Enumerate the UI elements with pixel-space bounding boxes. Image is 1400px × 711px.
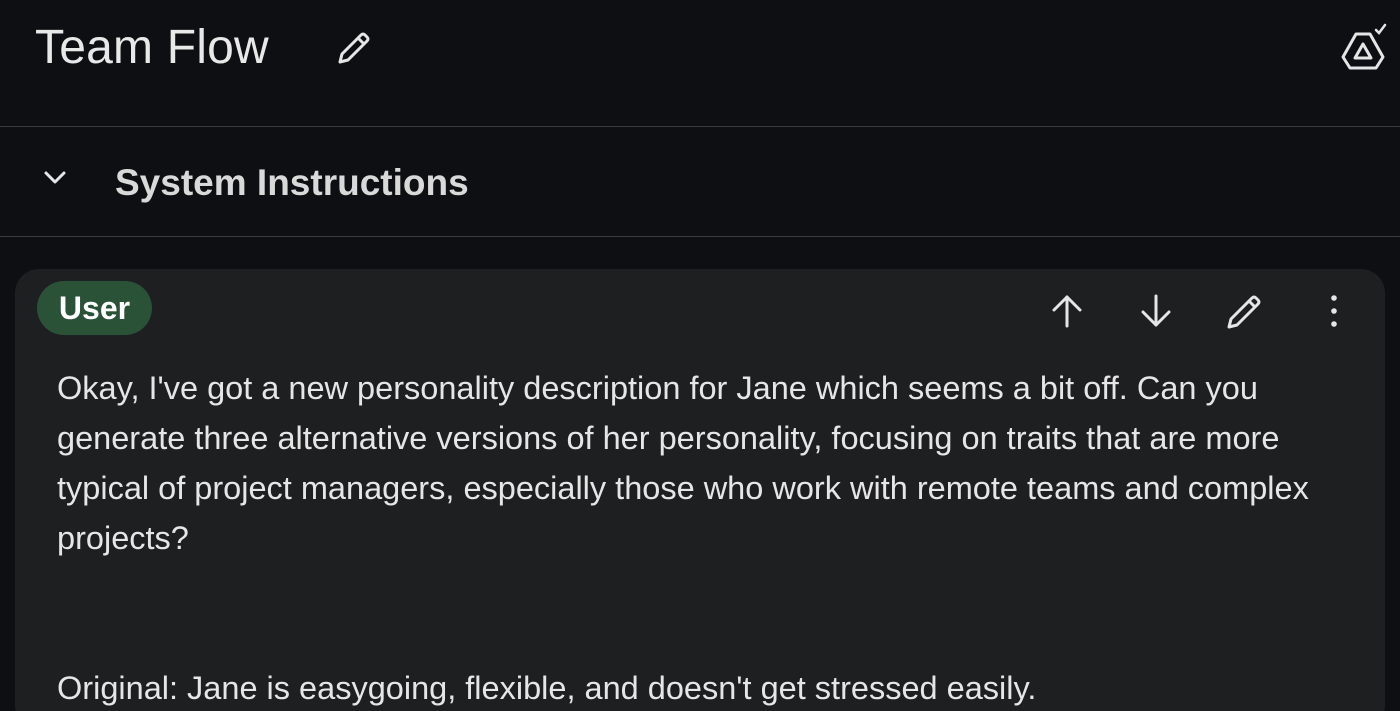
- arrow-down-icon: [1135, 290, 1177, 332]
- drive-saved-button[interactable]: [1338, 22, 1388, 72]
- message-paragraph: Okay, I've got a new personality descrip…: [57, 370, 1309, 556]
- pencil-icon: [334, 28, 374, 68]
- more-options-button[interactable]: [1313, 290, 1355, 332]
- more-vert-icon: [1313, 290, 1355, 332]
- message-paragraph: Original: Jane is easygoing, flexible, a…: [57, 670, 1037, 706]
- role-badge: User: [37, 281, 152, 335]
- move-up-button[interactable]: [1046, 290, 1088, 332]
- message-body: Okay, I've got a new personality descrip…: [57, 363, 1357, 711]
- move-down-button[interactable]: [1135, 290, 1177, 332]
- app-window: Team Flow System Instructions User Okay,…: [0, 0, 1400, 711]
- expand-system-instructions-button[interactable]: [40, 163, 70, 193]
- edit-title-button[interactable]: [334, 28, 374, 68]
- arrow-up-icon: [1046, 290, 1088, 332]
- page-title: Team Flow: [35, 21, 269, 74]
- drive-saved-icon: [1338, 22, 1388, 72]
- pencil-icon: [1224, 290, 1266, 332]
- chevron-down-icon: [40, 163, 70, 193]
- header: Team Flow: [0, 0, 1400, 127]
- edit-message-button[interactable]: [1224, 290, 1266, 332]
- system-instructions-label: System Instructions: [115, 162, 469, 203]
